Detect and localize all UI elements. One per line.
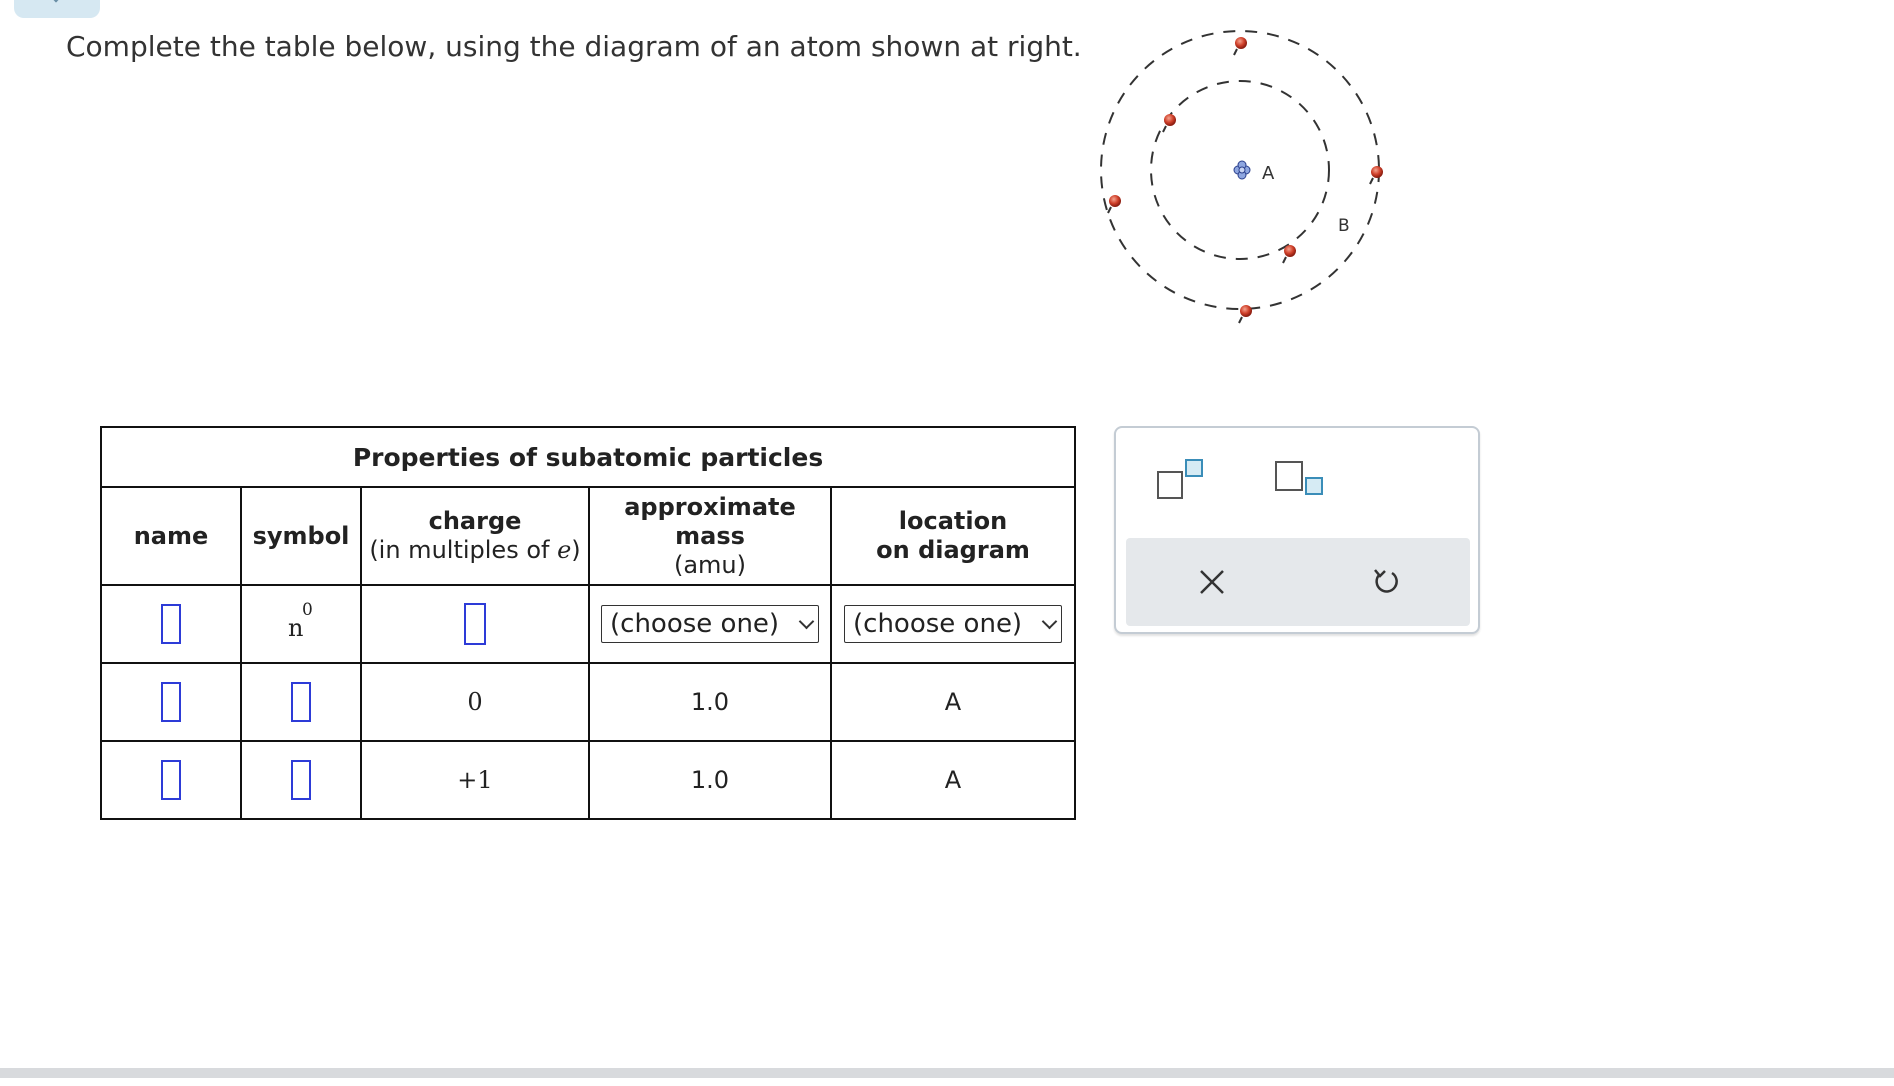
header-location: location on diagram xyxy=(829,486,1077,586)
collapse-tab[interactable] xyxy=(14,0,100,18)
neutron-symbol: 0 n xyxy=(288,600,313,642)
table-caption: Properties of subatomic particles xyxy=(99,426,1077,488)
label-a: A xyxy=(1262,163,1275,184)
mass-value: 1.0 xyxy=(690,688,730,716)
superscript-box-icon[interactable] xyxy=(1156,458,1210,502)
chevron-down-icon xyxy=(47,0,65,3)
header-symbol: symbol xyxy=(240,486,362,586)
mass-value: 1.0 xyxy=(690,766,730,794)
atom-diagram: A B xyxy=(1100,30,1383,324)
charge-value: +1 xyxy=(457,766,493,794)
electron xyxy=(1371,166,1383,178)
table-row: 0 1.0 A xyxy=(100,662,1077,742)
palette-action-bar xyxy=(1126,538,1470,626)
header-name: name xyxy=(100,486,242,586)
location-value: A xyxy=(944,688,962,716)
location-value: A xyxy=(944,766,962,794)
name-answer-box[interactable] xyxy=(161,604,181,644)
instruction-text: Complete the table below, using the diag… xyxy=(66,30,1082,63)
label-b: B xyxy=(1338,216,1350,236)
header-mass: approximate mass (amu) xyxy=(588,486,832,586)
name-answer-box[interactable] xyxy=(161,682,181,722)
symbol-answer-box[interactable] xyxy=(291,682,311,722)
electron xyxy=(1284,245,1296,257)
clear-icon[interactable] xyxy=(1198,568,1226,596)
chevron-down-icon xyxy=(798,613,815,629)
charge-answer-box[interactable] xyxy=(464,603,486,645)
table-row: 0 n (choose one) (choose one) xyxy=(100,584,1077,664)
electron xyxy=(1164,114,1176,126)
properties-table: Properties of subatomic particles name s… xyxy=(99,426,1077,820)
location-select[interactable]: (choose one) xyxy=(844,605,1063,643)
bottom-divider xyxy=(0,1068,1894,1078)
undo-icon[interactable] xyxy=(1370,566,1402,598)
name-answer-box[interactable] xyxy=(161,760,181,800)
chevron-down-icon xyxy=(1041,613,1058,629)
charge-value: 0 xyxy=(467,688,483,716)
electron xyxy=(1240,305,1252,317)
subscript-box-icon[interactable] xyxy=(1274,460,1330,504)
mass-select[interactable]: (choose one) xyxy=(601,605,819,643)
nucleus-icon xyxy=(1233,160,1251,180)
electron xyxy=(1235,37,1247,49)
symbol-answer-box[interactable] xyxy=(291,760,311,800)
answer-tool-palette xyxy=(1114,426,1480,634)
electron xyxy=(1109,195,1121,207)
table-row: +1 1.0 A xyxy=(100,740,1077,820)
header-charge: charge (in multiples of e) xyxy=(360,486,590,586)
